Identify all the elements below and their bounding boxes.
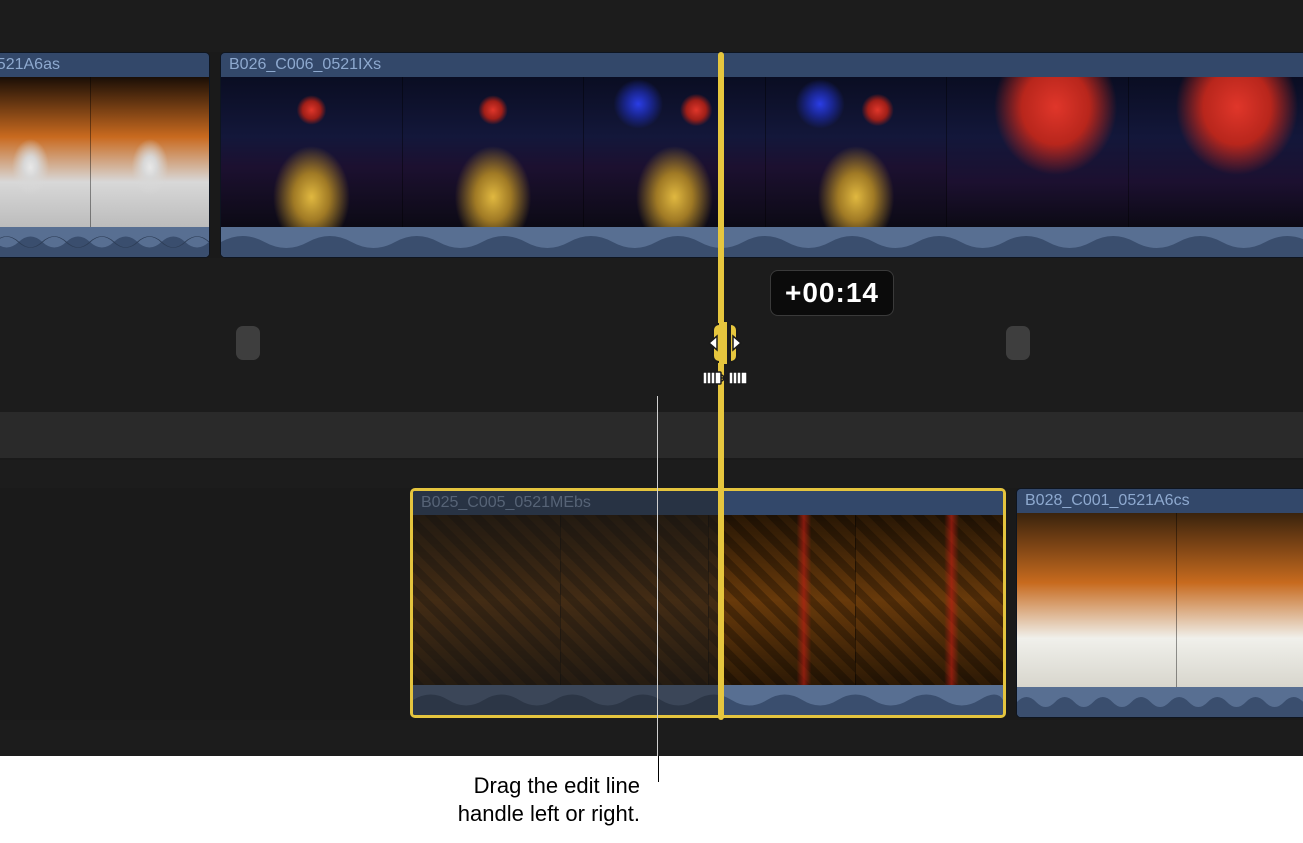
clip-thumbnail xyxy=(561,515,709,685)
secondary-storyline-track[interactable]: B025_C005_0521MEbs B028_C001_0521A6cs xyxy=(0,488,1303,718)
clip-thumbnail xyxy=(0,77,91,227)
annotation-caption: Drag the edit line handle left or right. xyxy=(0,772,640,828)
annotation-caption-line2: handle left or right. xyxy=(458,801,640,826)
clip-thumbnail xyxy=(584,77,766,227)
clip-title: B026_C006_0521IXs xyxy=(221,53,1303,77)
annotation-caption-line1: Drag the edit line xyxy=(474,773,640,798)
primary-storyline-track[interactable]: _0521A6as B026_C006_0521IXs xyxy=(0,52,1303,258)
clip-thumbnail xyxy=(1177,513,1303,687)
annotation-leader-line xyxy=(658,756,659,782)
clip-title: B028_C001_0521A6cs xyxy=(1017,489,1303,513)
clip-thumbnail xyxy=(709,515,857,685)
clip-thumbnail xyxy=(1017,513,1177,687)
timeline-marker[interactable] xyxy=(236,326,260,360)
edit-delta-readout: +00:14 xyxy=(770,270,894,316)
clip-audio-waveform xyxy=(221,227,1303,257)
clip-thumbnails xyxy=(1017,513,1303,687)
clip-thumbnail xyxy=(947,77,1129,227)
clip-B025-C005-0521MEbs[interactable]: B025_C005_0521MEbs xyxy=(410,488,1006,718)
clip-thumbnails xyxy=(413,515,1003,685)
clip-thumbnails xyxy=(0,77,209,227)
clip-B028-C001-0521A6cs[interactable]: B028_C001_0521A6cs xyxy=(1016,488,1303,718)
clip-thumbnail xyxy=(413,515,561,685)
clip-thumbnail xyxy=(91,77,210,227)
clip-0521A6as[interactable]: _0521A6as xyxy=(0,52,210,258)
clip-thumbnail xyxy=(403,77,585,227)
annotation-leader-line xyxy=(657,396,658,756)
timeline-lane-strip xyxy=(0,412,1303,458)
clip-audio-waveform xyxy=(1017,687,1303,717)
clip-thumbnail xyxy=(766,77,948,227)
timeline-area[interactable]: _0521A6as B026_C006_0521IXs xyxy=(0,0,1303,756)
clip-thumbnail xyxy=(221,77,403,227)
roll-edit-icon xyxy=(699,366,751,390)
timeline-gap-band-2 xyxy=(0,460,1303,488)
clip-title: B025_C005_0521MEbs xyxy=(413,491,1003,515)
clip-audio-waveform xyxy=(413,685,1003,715)
timeline-gap-band xyxy=(0,258,1303,412)
timeline-marker[interactable] xyxy=(1006,326,1030,360)
clip-title: _0521A6as xyxy=(0,53,209,77)
timeline-header-band xyxy=(0,0,1303,52)
clip-thumbnails xyxy=(221,77,1303,227)
annotation-caption-area: Drag the edit line handle left or right. xyxy=(0,756,1303,843)
timeline-footer-band xyxy=(0,720,1303,756)
clip-thumbnail xyxy=(856,515,1003,685)
edit-line-handle[interactable] xyxy=(699,320,751,394)
clip-thumbnail xyxy=(1129,77,1303,227)
clip-B026-C006-0521IXs[interactable]: B026_C006_0521IXs xyxy=(220,52,1303,258)
roll-cursor-icon xyxy=(699,320,751,366)
clip-audio-waveform xyxy=(0,227,209,257)
